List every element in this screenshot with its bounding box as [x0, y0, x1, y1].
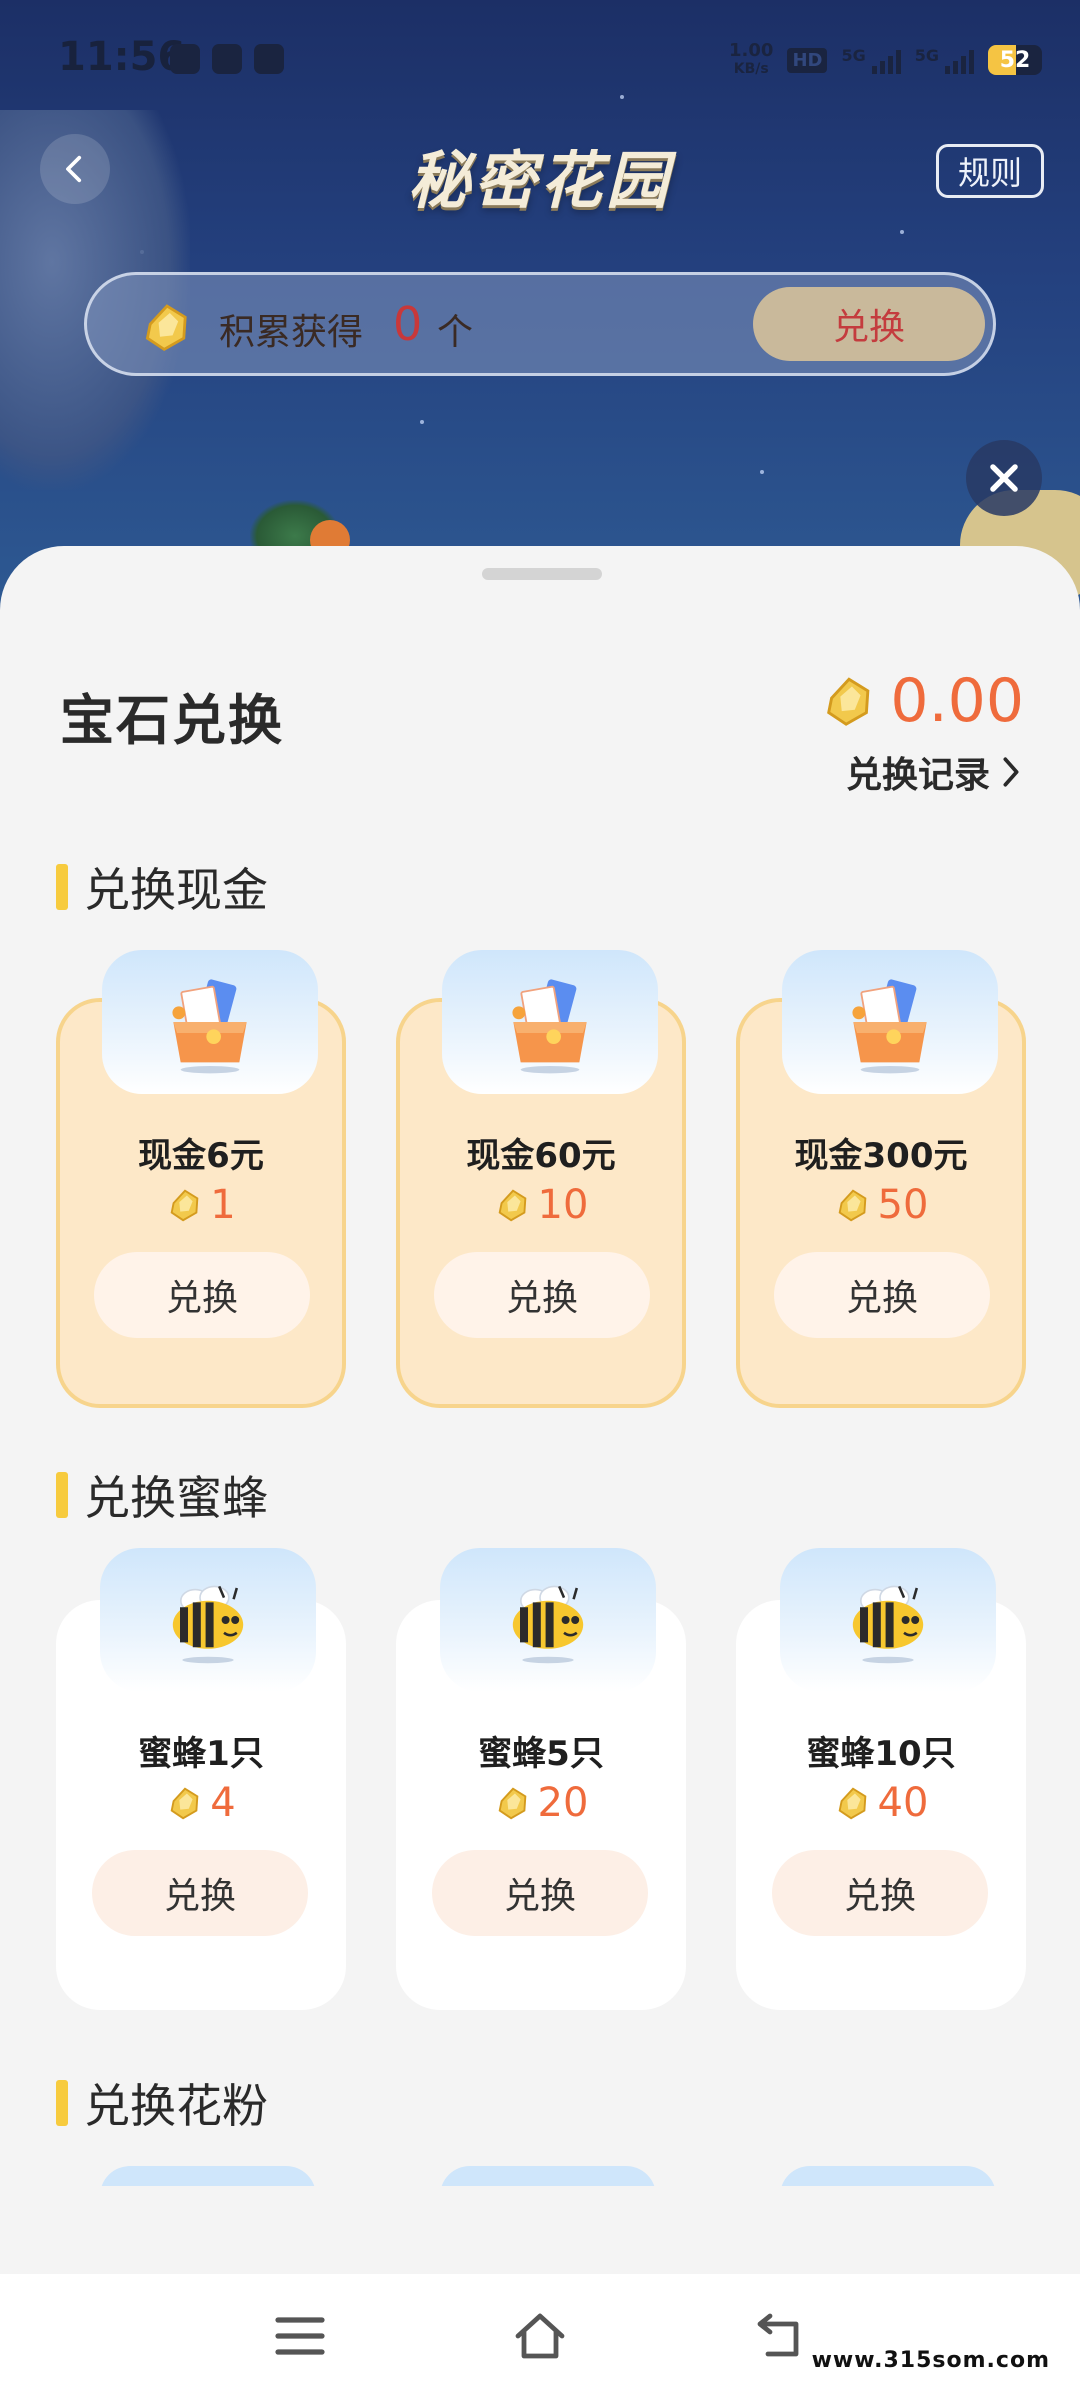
accumulate-exchange-button[interactable]: 兑换 — [753, 287, 985, 361]
page-title: 秘密花园 — [407, 144, 672, 217]
bee-icon — [100, 1548, 316, 1692]
pollen-card-thumb[interactable] — [100, 2166, 316, 2186]
gem-icon — [838, 1189, 866, 1222]
reward-name: 现金60元 — [466, 1136, 616, 1176]
sheet-drag-handle[interactable] — [482, 568, 602, 580]
section-accent-bar — [56, 864, 68, 910]
pollen-card-thumb[interactable] — [440, 2166, 656, 2186]
section-title: 兑换花粉 — [84, 2079, 268, 2133]
redeem-button[interactable]: 兑换 — [432, 1850, 648, 1936]
redeem-button[interactable]: 兑换 — [774, 1252, 990, 1338]
battery-icon: 52 — [988, 45, 1042, 75]
section-accent-bar — [56, 2080, 68, 2126]
bee-card-row: 蜜蜂1只 4 兑换 蜜蜂5只 20 兑换 蜜蜂10只 40 兑换 — [56, 1548, 1026, 2010]
bee-icon — [780, 1548, 996, 1692]
redeem-button[interactable]: 兑换 — [434, 1252, 650, 1338]
reward-name: 蜜蜂1只 — [138, 1734, 264, 1774]
close-icon — [990, 464, 1018, 492]
menu-button[interactable] — [270, 2308, 330, 2364]
reward-name: 现金6元 — [138, 1136, 264, 1176]
redeem-button[interactable]: 兑换 — [92, 1850, 308, 1936]
accumulate-bar: 积累获得 0 个 兑换 — [84, 272, 996, 376]
gem-balance-value: 0.00 — [890, 666, 1024, 736]
pollen-card-thumb[interactable] — [780, 2166, 996, 2186]
section-accent-bar — [56, 1472, 68, 1518]
accumulate-unit: 个 — [437, 312, 474, 353]
bee-card: 蜜蜂10只 40 兑换 — [736, 1548, 1026, 2010]
watermark-text: www.315som.com — [811, 2348, 1050, 2373]
back-nav-button[interactable] — [750, 2308, 810, 2364]
status-time: 11:56 — [58, 34, 186, 80]
hd-voice-badge: HD — [787, 47, 828, 73]
exchange-record-link[interactable]: 兑换记录 — [846, 746, 1024, 798]
gem-icon — [838, 1787, 866, 1820]
gem-icon — [145, 304, 187, 352]
reward-name: 现金300元 — [794, 1136, 968, 1176]
reward-name: 蜜蜂5只 — [478, 1734, 604, 1774]
cash-gift-box-icon — [102, 950, 318, 1094]
section-header-bee: 兑换蜜蜂 — [56, 1462, 268, 1528]
gem-icon — [498, 1189, 526, 1222]
system-navigation-bar — [0, 2274, 1080, 2400]
gem-icon — [170, 1189, 199, 1222]
back-icon — [757, 2313, 799, 2357]
bee-icon — [440, 1548, 656, 1692]
home-button[interactable] — [510, 2308, 570, 2364]
rules-button[interactable]: 规则 — [936, 144, 1044, 198]
cash-gift-box-icon — [442, 950, 658, 1094]
accumulate-count: 0 — [393, 297, 423, 351]
signal-strength-sim2-icon: 5G — [915, 46, 974, 74]
network-speed: 1.00 KB/s — [729, 40, 774, 78]
redeem-button[interactable]: 兑换 — [772, 1850, 988, 1936]
redeem-button[interactable]: 兑换 — [94, 1252, 310, 1338]
notification-app-icon — [212, 44, 242, 74]
signal-strength-sim1-icon: 5G — [841, 46, 901, 74]
reward-name: 蜜蜂10只 — [806, 1734, 956, 1774]
cash-card: 现金60元 10 兑换 — [396, 950, 686, 1408]
cash-gift-box-icon — [782, 950, 998, 1094]
reward-cost: 10 — [400, 1182, 682, 1228]
gem-icon — [170, 1787, 199, 1820]
bee-card: 蜜蜂5只 20 兑换 — [396, 1548, 686, 2010]
close-sheet-button[interactable] — [966, 440, 1042, 516]
cash-card: 现金6元 1 兑换 — [56, 950, 346, 1408]
cash-card: 现金300元 50 兑换 — [736, 950, 1026, 1408]
cash-card-row: 现金6元 1 兑换 现金60元 10 兑换 现金300元 50 兑换 — [56, 946, 1026, 1408]
gem-exchange-sheet: 宝石兑换 0.00 兑换记录 兑换现金 现金6元 1 兑换 现金60元 10 兑… — [0, 546, 1080, 2274]
gem-icon — [498, 1787, 526, 1820]
pollen-card-row — [56, 2156, 1026, 2186]
gem-icon — [827, 677, 870, 726]
reward-cost: 1 — [60, 1182, 342, 1228]
bee-card: 蜜蜂1只 4 兑换 — [56, 1548, 346, 2010]
status-bar: 11:56 1.00 KB/s HD 5G 5G 52 — [0, 0, 1080, 120]
notification-telegram-icon — [254, 44, 284, 74]
reward-cost: 40 — [736, 1780, 1026, 1826]
section-header-cash: 兑换现金 — [56, 854, 268, 920]
notification-app-icon — [170, 44, 200, 74]
reward-cost: 20 — [396, 1780, 686, 1826]
accumulate-label: 积累获得 — [219, 312, 364, 353]
exchange-record-label: 兑换记录 — [845, 755, 990, 796]
gem-balance: 0.00 — [820, 666, 1024, 736]
section-title: 兑换现金 — [84, 863, 268, 917]
reward-cost: 50 — [740, 1182, 1022, 1228]
sheet-title: 宝石兑换 — [60, 689, 284, 752]
menu-icon — [275, 2317, 325, 2355]
chevron-right-icon — [1003, 757, 1019, 787]
section-header-pollen: 兑换花粉 — [56, 2070, 268, 2136]
reward-cost: 4 — [56, 1780, 346, 1826]
home-icon — [515, 2313, 565, 2359]
section-title: 兑换蜜蜂 — [84, 1471, 268, 1525]
